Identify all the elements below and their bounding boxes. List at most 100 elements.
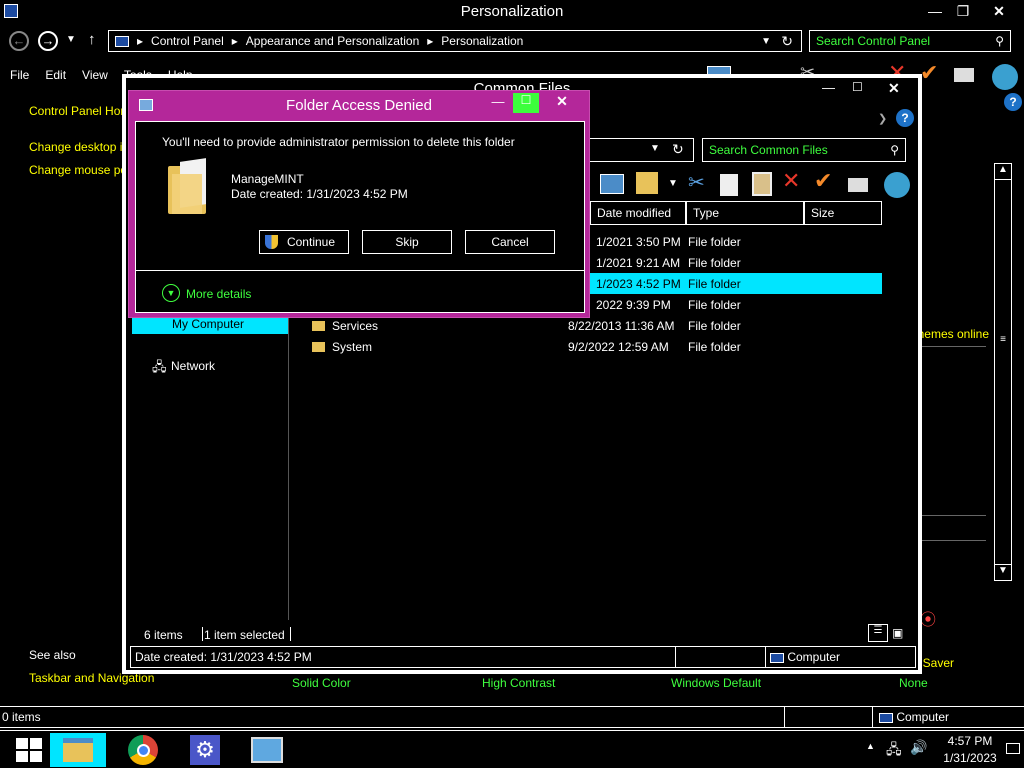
forward-icon[interactable]: → xyxy=(38,31,58,51)
explorer-maximize-button[interactable]: ☐ xyxy=(852,80,863,94)
network-icon[interactable]: 🖧 xyxy=(886,739,902,763)
explorer-address-bar[interactable]: ▼ ↻ xyxy=(588,138,694,162)
properties-icon[interactable] xyxy=(954,68,974,82)
high-contrast-link[interactable]: High Contrast xyxy=(482,676,555,690)
help-icon[interactable]: ? xyxy=(1004,93,1022,111)
computer-icon xyxy=(115,35,129,47)
scroll-down-icon[interactable]: ▼ xyxy=(995,564,1011,580)
expand-ribbon-icon[interactable]: ❯ xyxy=(878,112,887,125)
cut-icon[interactable]: ✂ xyxy=(688,170,705,195)
list-item[interactable]: Services 8/22/2013 11:36 AM File folder xyxy=(296,315,882,336)
settings-taskbar-button[interactable]: ⚙ xyxy=(176,733,234,767)
details-date-created: Date created: 1/31/2023 4:52 PM xyxy=(135,650,312,664)
properties-icon[interactable] xyxy=(848,178,868,192)
more-details-link[interactable]: More details xyxy=(186,287,251,301)
computer-icon xyxy=(879,712,893,723)
main-scrollbar[interactable]: ▲ ≡ ▼ xyxy=(994,163,1012,581)
screen-saver-icon[interactable]: ⦿ xyxy=(920,606,938,646)
copy-icon[interactable] xyxy=(720,174,738,196)
skip-button[interactable]: Skip xyxy=(362,230,452,254)
globe-icon[interactable] xyxy=(884,172,910,198)
explorer-close-button[interactable]: ✕ xyxy=(888,80,900,97)
speaker-icon[interactable]: 🔊 xyxy=(910,739,927,756)
dialog-message: You'll need to provide administrator per… xyxy=(162,135,515,149)
folder-access-denied-dialog: Folder Access Denied — ☐ ✕ You'll need t… xyxy=(128,90,590,318)
delete-icon[interactable]: ✕ xyxy=(782,168,800,194)
explorer-help-icon[interactable]: ? xyxy=(896,109,914,127)
details-view-icon[interactable]: ☰ xyxy=(868,624,888,642)
main-title-bar: Personalization xyxy=(0,0,1024,26)
dialog-maximize-button[interactable]: ☐ xyxy=(513,93,539,113)
column-type[interactable]: Type xyxy=(686,201,804,225)
network-icon: 🖧 xyxy=(152,359,167,374)
gear-icon: ⚙ xyxy=(190,735,220,765)
continue-button[interactable]: Continue xyxy=(259,230,349,254)
folder-options-icon[interactable] xyxy=(636,172,658,194)
windows-logo-icon xyxy=(16,738,42,762)
minimize-button[interactable]: — xyxy=(922,2,948,22)
chrome-taskbar-button[interactable] xyxy=(114,733,172,767)
checkmark-icon[interactable]: ✔ xyxy=(814,168,832,194)
get-themes-online-link[interactable]: Get more themes online xyxy=(919,327,989,341)
dialog-minimize-button[interactable]: — xyxy=(486,94,510,112)
checkmark-icon[interactable]: ✔ xyxy=(920,60,938,86)
chevron-down-icon[interactable]: ▼ xyxy=(668,178,678,189)
globe-icon[interactable] xyxy=(992,64,1018,90)
search-icon: ⚲ xyxy=(995,34,1004,48)
search-control-panel-input[interactable]: Search Control Panel ⚲ xyxy=(809,30,1011,52)
details-location: Computer xyxy=(787,650,841,664)
refresh-icon[interactable]: ↻ xyxy=(672,141,684,158)
menu-view[interactable]: View xyxy=(82,68,108,82)
paste-icon[interactable] xyxy=(752,172,772,196)
file-explorer-icon xyxy=(63,738,93,762)
status-computer: Computer xyxy=(896,710,950,724)
clock-date: 1/31/2023 xyxy=(943,751,997,765)
chevron-down-icon[interactable]: ▼ xyxy=(650,143,660,154)
solid-color-link[interactable]: Solid Color xyxy=(292,676,351,690)
search-common-files-input[interactable]: Search Common Files ⚲ xyxy=(702,138,906,162)
maximize-button[interactable]: ❐ xyxy=(950,2,976,22)
menu-edit[interactable]: Edit xyxy=(45,68,66,82)
refresh-icon[interactable]: ↻ xyxy=(781,33,793,50)
dialog-folder-date: Date created: 1/31/2023 4:52 PM xyxy=(231,187,408,201)
breadcrumb-personalization[interactable]: Personalization xyxy=(441,34,523,48)
cancel-button[interactable]: Cancel xyxy=(465,230,555,254)
windows-default-link[interactable]: Windows Default xyxy=(671,676,761,690)
recent-locations-icon[interactable]: ▼ xyxy=(66,34,76,45)
none-link[interactable]: None xyxy=(899,676,928,690)
column-size[interactable]: Size xyxy=(804,201,882,225)
nav-network[interactable]: Network xyxy=(171,359,215,373)
change-mouse-pointers-link[interactable]: Change mouse pointers xyxy=(29,163,124,177)
explorer-item-count: 6 items xyxy=(144,628,183,642)
chevron-down-icon[interactable]: ▼ xyxy=(761,36,771,47)
chrome-icon xyxy=(128,735,158,765)
expand-details-icon[interactable]: ▼ xyxy=(162,284,180,302)
change-desktop-icons-link[interactable]: Change desktop icons xyxy=(29,140,124,154)
large-icons-view-icon[interactable]: ▣ xyxy=(892,626,903,640)
dialog-close-button[interactable]: ✕ xyxy=(547,93,577,113)
close-button[interactable]: ✕ xyxy=(986,2,1012,22)
file-explorer-taskbar-button[interactable] xyxy=(50,733,106,767)
clock[interactable]: 4:57 PM 1/31/2023 xyxy=(938,734,1002,765)
show-hidden-icons[interactable]: ▲ xyxy=(866,741,875,751)
explorer-selected-count: 1 item selected xyxy=(204,628,285,642)
dialog-body: You'll need to provide administrator per… xyxy=(135,121,585,313)
show-desktop-icon[interactable] xyxy=(1006,743,1020,754)
breadcrumb-control-panel[interactable]: Control Panel xyxy=(151,34,224,48)
scroll-thumb[interactable]: ≡ xyxy=(995,334,1011,345)
folder-icon xyxy=(312,320,325,331)
layout-icon[interactable] xyxy=(600,174,624,194)
screen-saver-link[interactable]: Screen Saver xyxy=(920,656,954,670)
back-icon[interactable]: ← xyxy=(9,31,29,51)
main-status-bar: 0 items Computer xyxy=(0,706,1024,728)
address-bar[interactable]: ▸ Control Panel ▸ Appearance and Persona… xyxy=(108,30,802,52)
breadcrumb-appearance[interactable]: Appearance and Personalization xyxy=(246,34,419,48)
column-date-modified[interactable]: Date modified xyxy=(590,201,686,225)
scroll-up-icon[interactable]: ▲ xyxy=(995,164,1011,180)
control-panel-home-link[interactable]: Control Panel Home xyxy=(29,104,124,118)
control-panel-taskbar-button[interactable] xyxy=(238,733,296,767)
menu-file[interactable]: File xyxy=(10,68,29,82)
up-icon[interactable]: ↑ xyxy=(88,31,96,48)
list-item[interactable]: System 9/2/2022 12:59 AM File folder xyxy=(296,336,882,357)
explorer-minimize-button[interactable]: — xyxy=(822,80,835,95)
